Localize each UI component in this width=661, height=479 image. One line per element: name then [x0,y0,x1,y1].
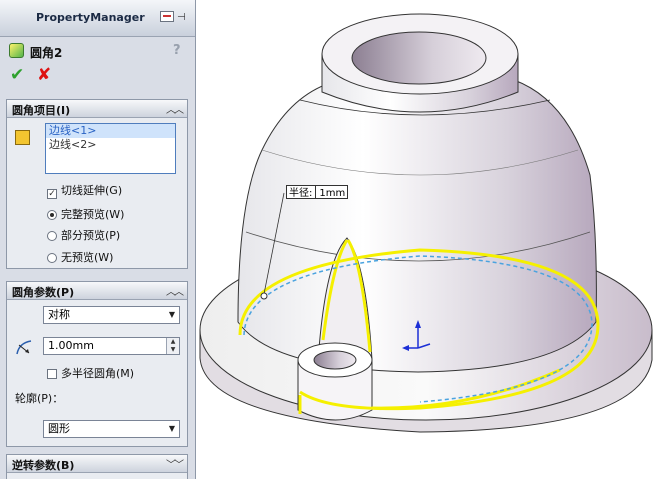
full-preview-radio[interactable]: 完整预览(W) [47,208,124,222]
radius-callout-value: 1mm [319,188,346,199]
fillet-type-value: 对称 [48,308,70,321]
multi-radius-label: 多半径圆角(M) [61,367,135,380]
radius-input[interactable]: 1.00mm ▲ ▼ [43,337,180,355]
double-chevron-up-icon[interactable]: ︿︿ [166,283,184,298]
list-item[interactable]: 边线<1> [46,124,175,138]
checkbox-checked[interactable]: ✓ [47,189,57,199]
feature-name: 圆角2 [30,46,63,60]
list-item[interactable]: 边线<2> [46,138,175,152]
radius-callout[interactable]: 半径: 1mm [286,185,349,199]
fillet-params-header[interactable]: 圆角参数(P) ︿︿ [7,282,187,300]
fillet-type-select[interactable]: 对称 ▼ [43,306,180,324]
partial-preview-radio[interactable]: 部分预览(P) [47,229,120,243]
pin-toggle-icon[interactable]: ⊣ [177,12,186,23]
top-boss[interactable] [321,13,519,113]
cancel-button[interactable]: ✘ [37,66,51,84]
fillet-params-group: 圆角参数(P) ︿︿ 对称 ▼ 1.00mm ▲ ▼ 多半径圆角(M) 轮廓(P)… [6,281,188,447]
help-icon[interactable]: ? [173,43,181,58]
no-preview-label: 无预览(W) [61,251,114,264]
panel-header: PropertyManager ⊣ [0,0,195,37]
double-chevron-down-icon[interactable]: ﹀﹀ [166,456,184,471]
edge-selection-list[interactable]: 边线<1> 边线<2> [45,123,176,174]
fillet-items-group: 圆角项目(I) ︿︿ 边线<1> 边线<2> ✓ 切线延伸(G) 完整预览(W) … [6,99,188,269]
fillet-items-header[interactable]: 圆角项目(I) ︿︿ [7,100,187,118]
pin-icon[interactable] [160,11,174,22]
edge-selection-icon [15,130,30,145]
partial-preview-label: 部分预览(P) [61,229,121,242]
radius-stepper[interactable]: ▲ ▼ [166,338,179,354]
double-chevron-up-icon[interactable]: ︿︿ [166,101,184,116]
radio-selected[interactable] [47,210,57,220]
tangent-propagation-label: 切线延伸(G) [61,184,123,197]
profile-label: 轮廓(P)： [15,392,64,405]
multi-radius-checkbox[interactable]: 多半径圆角(M) [47,367,134,381]
fillet-params-title: 圆角参数(P) [12,286,75,299]
radius-icon [16,340,32,355]
no-preview-radio[interactable]: 无预览(W) [47,251,113,265]
dome-body[interactable] [237,79,597,373]
3d-viewport[interactable] [197,0,661,479]
chevron-down-icon[interactable]: ▼ [169,307,175,323]
radio[interactable] [47,231,57,241]
reverse-params-title: 逆转参数(B) [12,459,75,472]
radius-callout-label: 半径: [289,188,313,199]
feature-bar: 圆角2 ? [4,40,190,62]
profile-value: 圆形 [48,422,70,435]
fillet-items-title: 圆角项目(I) [12,104,71,117]
tangent-propagation-checkbox[interactable]: ✓ 切线延伸(G) [47,184,123,199]
fillet-feature-icon [9,43,24,58]
chevron-down-icon[interactable]: ▼ [169,421,175,437]
property-manager-panel: PropertyManager ⊣ 圆角2 ? ✔ ✘ 圆角项目(I) ︿︿ 边… [0,0,196,479]
checkbox-unchecked[interactable] [47,369,57,379]
ok-button[interactable]: ✔ [10,66,24,84]
profile-select[interactable]: 圆形 ▼ [43,420,180,438]
panel-title: PropertyManager [36,11,145,24]
reverse-params-group: 逆转参数(B) ﹀﹀ [6,454,188,479]
radius-value: 1.00mm [48,339,94,352]
reverse-params-header[interactable]: 逆转参数(B) ﹀﹀ [7,455,187,473]
full-preview-label: 完整预览(W) [61,208,125,221]
radio[interactable] [47,253,57,263]
